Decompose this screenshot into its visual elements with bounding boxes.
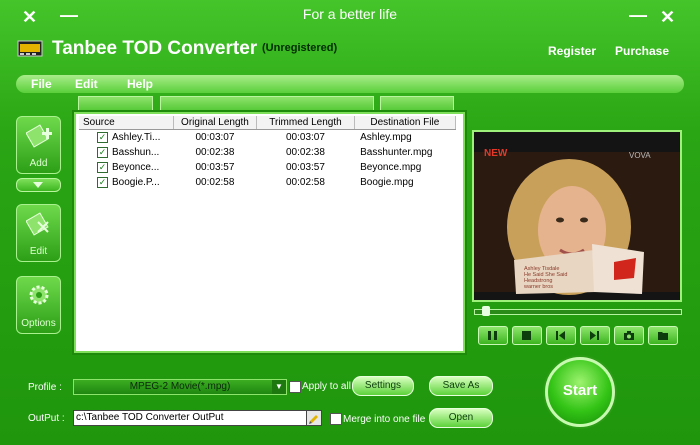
row-checkbox[interactable]: ✓ xyxy=(97,146,108,158)
menu-edit[interactable]: Edit xyxy=(75,77,98,91)
column-header-original-length[interactable]: Original Length xyxy=(173,116,258,130)
merge-label: Merge into one file xyxy=(343,414,426,425)
source-name: Ashley.Ti... xyxy=(112,132,161,144)
edit-button[interactable]: Edit xyxy=(16,204,61,262)
pause-button[interactable] xyxy=(478,326,508,345)
original-length-cell: 00:03:57 xyxy=(195,162,235,173)
options-button[interactable]: Options xyxy=(16,276,61,334)
decor-tab xyxy=(160,96,374,113)
add-button[interactable]: Add xyxy=(16,116,61,174)
apply-to-all-label: Apply to all xyxy=(302,381,351,392)
snapshot-button[interactable] xyxy=(614,326,644,345)
folder-icon xyxy=(658,332,668,340)
profile-label: Profile : xyxy=(28,382,62,393)
previous-icon xyxy=(556,331,565,340)
next-icon xyxy=(590,331,599,340)
menu-bar: File Edit Help xyxy=(16,75,684,93)
seek-handle[interactable] xyxy=(482,306,490,316)
original-length-cell: 00:02:58 xyxy=(195,177,235,188)
source-cell: ✓ Boogie.P... xyxy=(79,175,173,190)
source-cell: ✓ Ashley.Ti... xyxy=(79,130,173,146)
open-folder-button[interactable] xyxy=(648,326,678,345)
add-label: Add xyxy=(29,158,48,169)
preview-frame: NEW VOVA Ashley Tisdale He Said She Said… xyxy=(474,132,680,300)
pause-icon xyxy=(488,331,497,340)
start-label: Start xyxy=(562,382,598,399)
apply-to-all-checkbox[interactable] xyxy=(289,381,301,393)
add-icon xyxy=(26,124,52,148)
destination-cell: Beyonce.mpg xyxy=(360,162,422,173)
overlay-brand-right: VOVA xyxy=(629,151,651,160)
profile-value: MPEG-2 Movie(*.mpg) xyxy=(129,381,231,392)
column-header-destination-file[interactable]: Destination File xyxy=(354,116,457,130)
chevron-down-icon xyxy=(33,182,43,188)
browse-folder-button[interactable] xyxy=(306,410,322,426)
edit-icon xyxy=(26,212,49,236)
source-cell: ✓ Basshun... xyxy=(79,145,173,160)
decor-tab xyxy=(380,96,454,113)
table-row[interactable]: ✓ Basshun... 00:02:38 00:02:38 Basshunter… xyxy=(79,145,456,160)
table-header: Source Original Length Trimmed Length De… xyxy=(79,116,457,130)
expand-button[interactable] xyxy=(16,178,61,192)
output-label: OutPut : xyxy=(28,413,65,424)
next-button[interactable] xyxy=(580,326,610,345)
original-length-cell: 00:02:38 xyxy=(195,147,235,158)
row-checkbox[interactable]: ✓ xyxy=(97,176,108,188)
previous-button[interactable] xyxy=(546,326,576,345)
app-window: ✕ — For a better life — ✕ Tanbee TOD Con… xyxy=(0,0,700,445)
chevron-down-icon[interactable]: ▼ xyxy=(272,380,286,394)
edit-label: Edit xyxy=(29,246,48,257)
register-link[interactable]: Register xyxy=(548,44,596,58)
decor-tab xyxy=(78,96,153,113)
row-checkbox[interactable]: ✓ xyxy=(97,161,108,173)
overlay-brand-left: NEW xyxy=(484,148,508,159)
merge-checkbox[interactable] xyxy=(330,413,342,425)
app-title: Tanbee TOD Converter xyxy=(52,38,258,59)
video-preview: NEW VOVA Ashley Tisdale He Said She Said… xyxy=(472,130,682,302)
options-label: Options xyxy=(21,318,56,329)
seek-bar[interactable] xyxy=(474,309,682,315)
save-as-button[interactable]: Save As xyxy=(429,376,493,396)
column-header-trimmed-length[interactable]: Trimmed Length xyxy=(256,116,355,130)
output-path-field[interactable]: c:\Tanbee TOD Converter OutPut xyxy=(73,410,310,426)
source-name: Basshun... xyxy=(112,147,160,159)
menu-help[interactable]: Help xyxy=(127,77,153,91)
menu-file[interactable]: File xyxy=(31,77,52,91)
original-length-cell: 00:03:07 xyxy=(195,132,235,143)
gear-icon xyxy=(29,285,49,305)
start-button[interactable]: Start xyxy=(545,357,615,427)
close-button-right[interactable]: ✕ xyxy=(660,8,675,26)
caption-line-4: warner bros xyxy=(523,284,553,290)
settings-button[interactable]: Settings xyxy=(352,376,414,396)
purchase-link[interactable]: Purchase xyxy=(615,44,669,58)
destination-cell: Basshunter.mpg xyxy=(360,147,433,158)
file-list-panel: Source Original Length Trimmed Length De… xyxy=(74,112,465,353)
table-row[interactable]: ✓ Boogie.P... 00:02:58 00:02:58 Boogie.mp… xyxy=(79,175,456,190)
trimmed-length-cell: 00:03:57 xyxy=(286,162,325,173)
stop-icon xyxy=(522,331,531,340)
table-row[interactable]: ✓ Ashley.Ti... 00:03:07 00:03:07 Ashley.m… xyxy=(79,130,456,146)
row-checkbox[interactable]: ✓ xyxy=(97,131,108,143)
trimmed-length-cell: 00:02:58 xyxy=(286,177,325,188)
file-table: Source Original Length Trimmed Length De… xyxy=(79,116,457,190)
snapshot-icon xyxy=(624,331,634,340)
destination-cell: Boogie.mpg xyxy=(360,177,414,188)
destination-cell: Ashley.mpg xyxy=(360,132,412,143)
open-button[interactable]: Open xyxy=(429,408,493,428)
source-cell: ✓ Beyonce... xyxy=(79,160,173,175)
table-row[interactable]: ✓ Beyonce... 00:03:57 00:03:57 Beyonce.mp… xyxy=(79,160,456,175)
trimmed-length-cell: 00:02:38 xyxy=(286,147,325,158)
profile-select[interactable]: MPEG-2 Movie(*.mpg) ▼ xyxy=(73,379,287,395)
tagline: For a better life xyxy=(302,6,398,22)
column-header-source[interactable]: Source xyxy=(79,116,174,130)
source-name: Boogie.P... xyxy=(112,177,160,189)
trimmed-length-cell: 00:03:07 xyxy=(286,132,325,143)
source-name: Beyonce... xyxy=(112,162,160,174)
registration-status: (Unregistered) xyxy=(262,42,338,54)
stop-button[interactable] xyxy=(512,326,542,345)
app-logo-icon xyxy=(17,38,43,63)
minimize-button-right[interactable]: — xyxy=(629,6,647,24)
browse-icon xyxy=(309,415,318,424)
